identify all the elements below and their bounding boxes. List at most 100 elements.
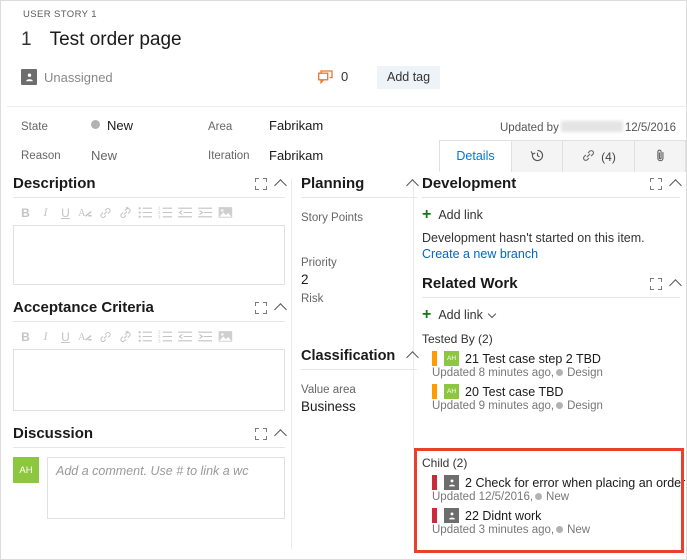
state-dot-icon xyxy=(556,369,564,376)
insert-image-icon[interactable] xyxy=(217,204,234,221)
bold-icon[interactable]: B xyxy=(17,328,34,345)
related-item-title: Didnt work xyxy=(482,508,542,523)
classification-header: Classification xyxy=(301,348,419,370)
tab-history[interactable] xyxy=(511,140,563,172)
insert-image-icon[interactable] xyxy=(217,328,234,345)
planning-title: Planning xyxy=(301,175,365,192)
updated-date: 12/5/2016 xyxy=(624,122,676,134)
insert-link-icon[interactable] xyxy=(97,204,114,221)
state-value[interactable]: New xyxy=(91,118,133,133)
related-item-meta: Updated 12/5/2016, New xyxy=(432,491,678,503)
acceptance-criteria-editor[interactable] xyxy=(13,349,285,411)
related-work-item[interactable]: AH 21 Test case step 2 TBD Updated 8 min… xyxy=(422,351,680,379)
indent-icon[interactable] xyxy=(197,204,214,221)
related-work-item[interactable]: 2 Check for error when placing an order … xyxy=(422,475,685,503)
tab-links-count: (4) xyxy=(601,149,616,164)
bullet-list-icon[interactable] xyxy=(137,204,154,221)
test-case-icon: AH xyxy=(444,384,459,399)
risk-value[interactable] xyxy=(301,308,417,324)
avatar: AH xyxy=(13,457,39,483)
svg-text:3: 3 xyxy=(158,338,161,343)
development-add-link-button[interactable]: + Add link xyxy=(422,207,680,223)
related-work-header-tools xyxy=(650,277,682,292)
state-dot-icon xyxy=(556,402,564,409)
expand-icon[interactable] xyxy=(255,301,267,314)
reason-value[interactable]: New xyxy=(91,148,117,163)
chevron-up-icon[interactable] xyxy=(669,278,682,292)
description-section: Description B I U A 1 2 3 xyxy=(13,175,287,285)
planning-header: Planning xyxy=(301,175,419,198)
italic-icon[interactable]: I xyxy=(37,328,54,345)
related-work-add-link-label: Add link xyxy=(438,308,483,322)
discussion-comment-row: AH Add a comment. Use # to link a wc xyxy=(13,457,285,519)
iteration-value[interactable]: Fabrikam xyxy=(269,148,323,163)
insert-link-icon[interactable] xyxy=(97,328,114,345)
remove-link-icon[interactable] xyxy=(117,328,134,345)
planning-header-tools xyxy=(406,178,419,192)
description-editor[interactable] xyxy=(13,225,285,285)
chevron-up-icon[interactable] xyxy=(669,178,682,192)
link-icon xyxy=(581,148,596,166)
related-work-section: Related Work + Add link Tested By (2) AH xyxy=(422,275,682,412)
development-section: Development + Add link Development hasn'… xyxy=(422,175,682,261)
discussion-header: Discussion xyxy=(13,425,287,448)
work-item-title[interactable]: Test order page xyxy=(50,29,182,51)
assigned-to-row[interactable]: Unassigned xyxy=(21,69,113,85)
related-item-id: 21 xyxy=(465,351,479,366)
numbered-list-icon[interactable]: 123 xyxy=(157,204,174,221)
classification-header-tools xyxy=(406,351,419,364)
acceptance-criteria-title: Acceptance Criteria xyxy=(13,299,154,316)
clear-format-icon[interactable]: A xyxy=(77,204,94,221)
comment-count-group[interactable]: 0 xyxy=(318,69,348,84)
related-item-state: New xyxy=(546,491,570,503)
middle-column: Planning Story Points Priority 2 Risk Cl… xyxy=(301,175,419,414)
expand-icon[interactable] xyxy=(255,177,267,190)
tab-links[interactable]: (4) xyxy=(562,140,635,172)
person-icon xyxy=(21,69,37,85)
create-branch-link[interactable]: Create a new branch xyxy=(422,247,680,261)
chevron-up-icon[interactable] xyxy=(406,178,419,192)
outdent-icon[interactable] xyxy=(177,204,194,221)
remove-link-icon[interactable] xyxy=(117,204,134,221)
related-work-item[interactable]: AH 20 Test case TBD Updated 9 minutes ag… xyxy=(422,384,680,412)
state-label: State xyxy=(21,121,48,133)
bullet-list-icon[interactable] xyxy=(137,328,154,345)
italic-icon[interactable]: I xyxy=(37,204,54,221)
left-column: Description B I U A 1 2 3 Acceptance Cri… xyxy=(13,175,287,519)
expand-icon[interactable] xyxy=(255,427,267,440)
tab-details[interactable]: Details xyxy=(439,140,512,172)
chevron-up-icon[interactable] xyxy=(274,178,287,192)
area-value[interactable]: Fabrikam xyxy=(269,118,323,133)
add-tag-button[interactable]: Add tag xyxy=(377,66,441,89)
story-points-value[interactable] xyxy=(301,227,417,243)
chevron-up-icon[interactable] xyxy=(274,302,287,316)
outdent-icon[interactable] xyxy=(177,328,194,345)
related-item-primary-line: 2 Check for error when placing an order xyxy=(432,475,685,490)
related-item-id: 2 xyxy=(465,475,472,490)
related-item-title: Test case step 2 TBD xyxy=(482,351,601,366)
work-item-type-color-bar xyxy=(432,508,437,523)
chevron-up-icon[interactable] xyxy=(274,428,287,442)
bold-icon[interactable]: B xyxy=(17,204,34,221)
related-work-item[interactable]: 22 Didnt work Updated 3 minutes ago, New xyxy=(422,508,678,536)
tab-attachments[interactable] xyxy=(634,140,686,172)
work-item-form: USER STORY 1 1 Test order page Unassigne… xyxy=(0,0,687,560)
chevron-down-icon[interactable] xyxy=(487,309,497,319)
expand-icon[interactable] xyxy=(650,177,662,190)
value-area-value[interactable]: Business xyxy=(301,399,417,414)
expand-icon[interactable] xyxy=(650,277,662,290)
development-add-link-label: Add link xyxy=(438,208,483,222)
discussion-section: Discussion AH Add a comment. Use # to li… xyxy=(13,425,287,519)
numbered-list-icon[interactable]: 123 xyxy=(157,328,174,345)
related-item-updated: Updated 3 minutes ago, xyxy=(432,524,555,536)
underline-icon[interactable]: U xyxy=(57,204,74,221)
comment-input[interactable]: Add a comment. Use # to link a wc xyxy=(47,457,285,519)
priority-value[interactable]: 2 xyxy=(301,272,417,287)
indent-icon[interactable] xyxy=(197,328,214,345)
clear-format-icon[interactable]: A xyxy=(77,328,94,345)
chevron-up-icon[interactable] xyxy=(406,351,419,364)
related-group-child: Child (2) 2 Check for error when placing… xyxy=(422,456,685,536)
description-title: Description xyxy=(13,175,96,192)
related-work-add-link-button[interactable]: + Add link xyxy=(422,307,680,323)
underline-icon[interactable]: U xyxy=(57,328,74,345)
